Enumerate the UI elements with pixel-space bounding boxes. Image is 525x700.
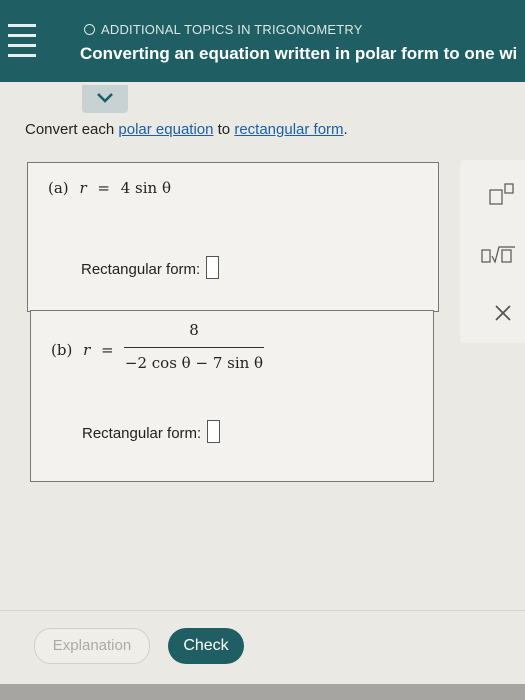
part-b-card: (b) r = 8 −2 cos θ − 7 sin θ Rectangular… bbox=[30, 310, 434, 482]
check-button[interactable]: Check bbox=[168, 628, 244, 664]
chevron-down-icon bbox=[97, 93, 113, 103]
part-b-answer-row: Rectangular form: bbox=[82, 420, 221, 443]
part-a-rhs: 4 sin θ bbox=[120, 179, 172, 197]
part-b-label-row: (b) r = bbox=[51, 341, 114, 359]
part-a-answer-input[interactable] bbox=[206, 256, 220, 279]
math-toolbar bbox=[460, 160, 525, 343]
instructions-middle: to bbox=[213, 121, 235, 138]
part-a-label: (a) bbox=[48, 179, 69, 197]
hamburger-menu-icon[interactable] bbox=[8, 24, 42, 64]
part-b-fraction: 8 −2 cos θ − 7 sin θ bbox=[124, 321, 264, 372]
circle-icon bbox=[84, 24, 95, 35]
part-a-answer-row: Rectangular form: bbox=[81, 256, 220, 279]
exponent-icon[interactable] bbox=[488, 182, 518, 206]
part-a-equation: (a) r = 4 sin θ bbox=[48, 179, 171, 197]
part-a-equals: = bbox=[97, 179, 110, 197]
part-b-answer-input[interactable] bbox=[207, 420, 221, 443]
part-b-equals: = bbox=[101, 341, 114, 359]
fraction-bar bbox=[124, 347, 264, 348]
part-a-lhs: r bbox=[79, 179, 87, 197]
topic-heading: ADDITIONAL TOPICS IN TRIGONOMETRY bbox=[84, 22, 363, 37]
polar-equation-link[interactable]: polar equation bbox=[118, 121, 213, 138]
footer-strip bbox=[0, 684, 525, 700]
close-icon[interactable] bbox=[494, 304, 512, 322]
part-b-denominator: −2 cos θ − 7 sin θ bbox=[124, 354, 264, 372]
part-b-label: (b) bbox=[51, 341, 73, 359]
instructions-prefix: Convert each bbox=[25, 121, 119, 138]
part-b-answer-label: Rectangular form: bbox=[82, 425, 202, 442]
page-title: Converting an equation written in polar … bbox=[80, 44, 518, 63]
part-b-lhs: r bbox=[83, 341, 91, 359]
topic-text: ADDITIONAL TOPICS IN TRIGONOMETRY bbox=[101, 22, 363, 37]
explanation-button[interactable]: Explanation bbox=[34, 628, 150, 664]
instructions-suffix: . bbox=[343, 121, 348, 138]
square-root-icon[interactable] bbox=[480, 244, 516, 266]
rectangular-form-link[interactable]: rectangular form bbox=[234, 121, 343, 138]
divider bbox=[0, 610, 525, 611]
collapse-toggle[interactable] bbox=[82, 85, 128, 113]
part-b-numerator: 8 bbox=[189, 321, 199, 339]
instructions: Convert each polar equation to rectangul… bbox=[25, 121, 348, 138]
part-a-answer-label: Rectangular form: bbox=[81, 261, 201, 278]
part-a-card: (a) r = 4 sin θ Rectangular form: bbox=[27, 162, 439, 312]
header-bar: ADDITIONAL TOPICS IN TRIGONOMETRY Conver… bbox=[0, 0, 525, 82]
